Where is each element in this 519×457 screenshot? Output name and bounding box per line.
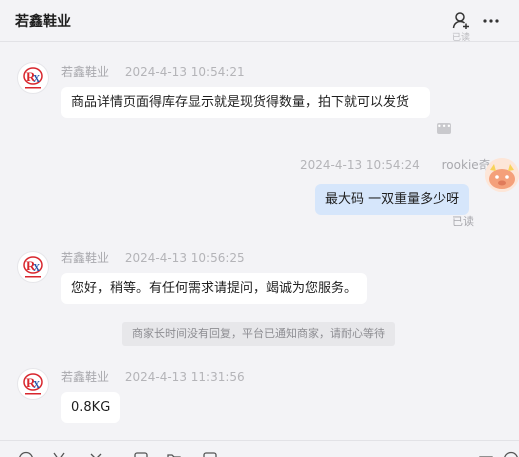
message-bubble[interactable]: 您好，稍等。有任何需求请提问，竭诚为您服务。 [61,273,368,304]
message-meta: 若鑫鞋业 2024-4-13 10:56:25 [61,249,245,266]
svg-text:X: X [33,263,41,274]
message-meta: 2024-4-13 10:54:24 rookie奇 [300,156,491,173]
sender-name: 若鑫鞋业 [61,370,110,384]
read-status: 已读 [452,215,474,228]
input-toolbar [0,440,519,457]
shop-avatar[interactable]: R X [17,251,49,283]
folder-icon[interactable] [166,451,182,457]
system-notice: 商家长时间没有回复，平台已通知商家，请耐心等待 [122,322,395,346]
scissors-icon[interactable] [51,451,67,457]
sender-name: 若鑫鞋业 [61,65,110,79]
user-avatar[interactable] [485,158,519,192]
close-icon[interactable] [88,451,104,457]
sender-name: 若鑫鞋业 [61,251,110,265]
more-options-icon[interactable] [482,12,500,30]
message-more-icon[interactable]: ••• [437,123,451,134]
message-meta: 若鑫鞋业 2024-4-13 10:54:21 [61,63,245,80]
read-status-peek: 已读 [452,33,471,43]
user-profile-icon[interactable] [452,11,470,29]
order-icon[interactable] [202,451,218,457]
svg-text:X: X [33,74,41,85]
message-bubble[interactable]: 最大码 一双重量多少呀 [315,184,470,215]
message-time: 2024-4-13 11:31:56 [124,370,245,384]
shop-avatar[interactable]: R X [17,368,49,400]
message-bubble[interactable]: 商品详情页面得库存显示就是现货得数量，拍下就可以发货 [61,87,430,118]
shop-icon[interactable] [478,451,494,457]
message-bubble[interactable]: 0.8KG [61,392,121,423]
emoji-icon[interactable] [18,451,34,457]
message-time: 2024-4-13 10:56:25 [124,251,245,265]
sender-name: rookie奇 [441,158,491,172]
image-icon[interactable] [133,451,149,457]
message-time: 2024-4-13 10:54:24 [300,158,420,172]
chat-header: 若鑫鞋业 已读 [0,0,519,43]
message-meta: 若鑫鞋业 2024-4-13 11:31:56 [61,368,245,385]
svg-text:X: X [33,380,41,391]
history-icon[interactable] [503,451,519,457]
message-list[interactable]: R X 若鑫鞋业 2024-4-13 10:54:21 商品详情页面得库存显示就… [0,43,519,440]
message-time: 2024-4-13 10:54:21 [124,65,245,79]
shop-name-title: 若鑫鞋业 [15,14,71,30]
shop-avatar[interactable]: R X [17,62,49,94]
